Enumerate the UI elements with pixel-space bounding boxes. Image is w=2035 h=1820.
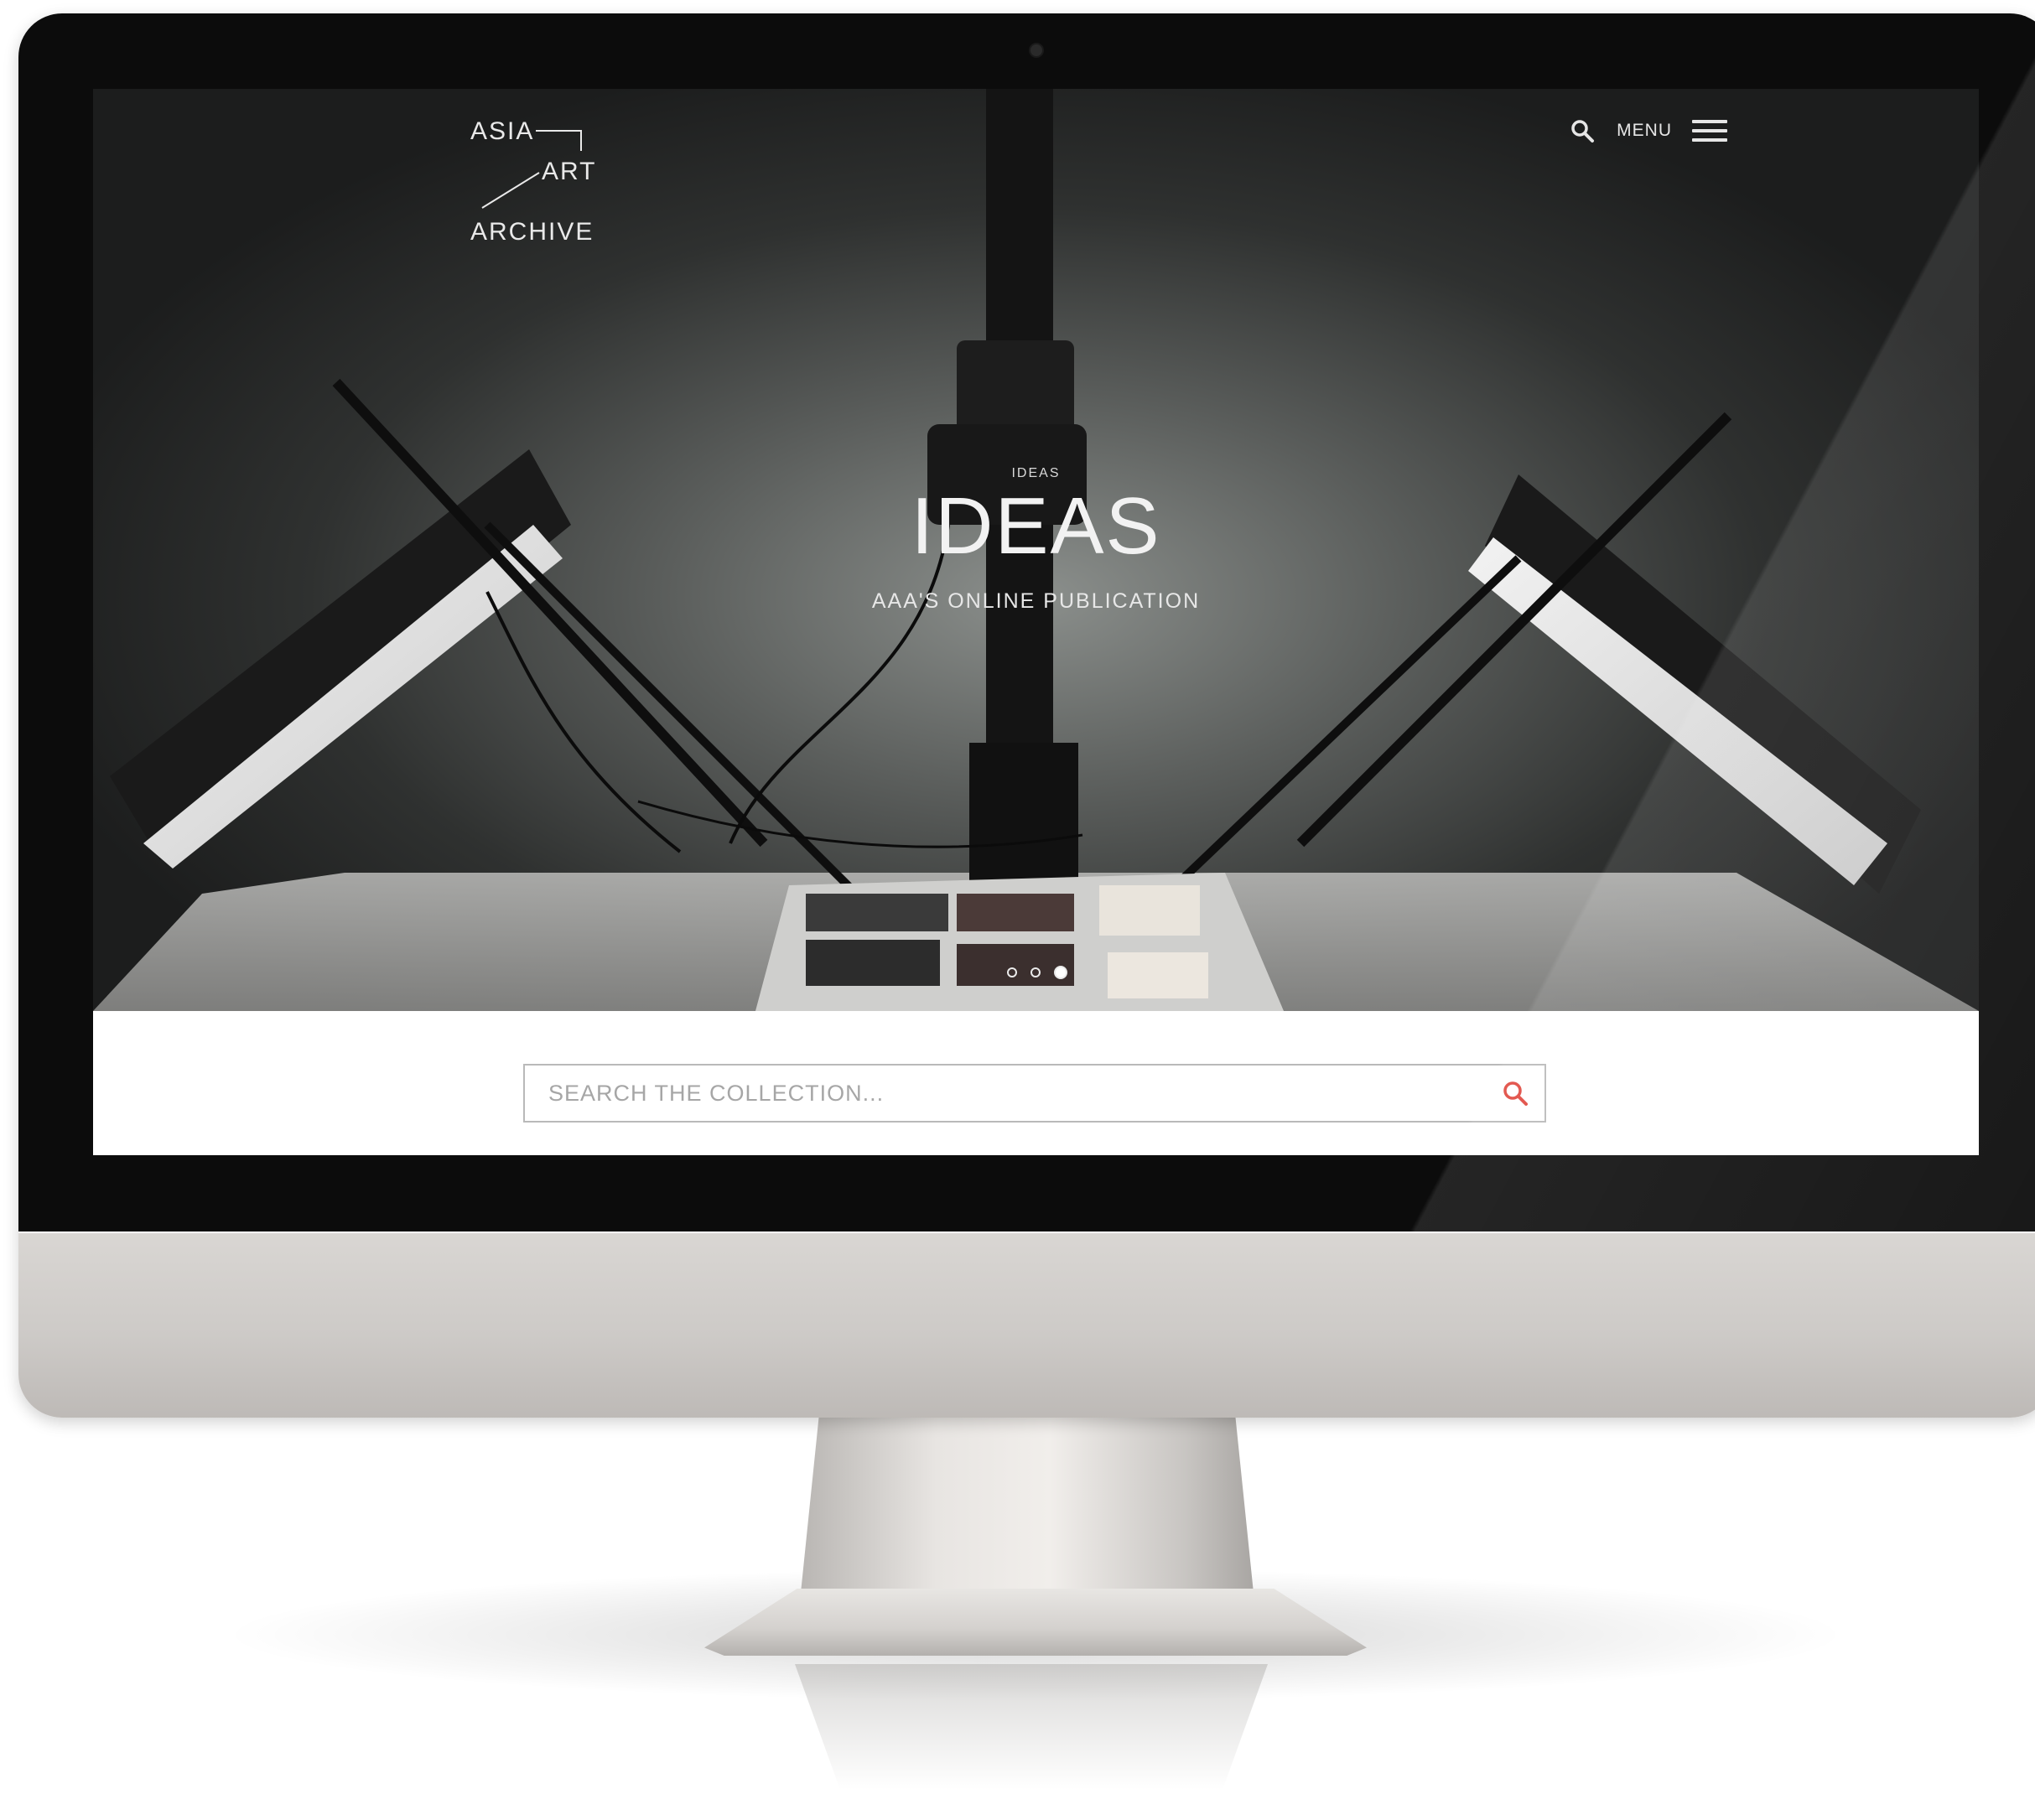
hero-subtitle: AAA'S ONLINE PUBLICATION xyxy=(871,589,1201,613)
menu-label: MENU xyxy=(1617,121,1672,140)
camera-icon xyxy=(1029,43,1044,58)
monitor-stand-neck xyxy=(801,1417,1254,1593)
carousel-dot[interactable] xyxy=(1007,967,1017,977)
monitor-chin xyxy=(18,1231,2035,1418)
monitor-stand-base xyxy=(704,1589,1367,1656)
carousel-dots xyxy=(1007,966,1067,979)
search-icon[interactable] xyxy=(1486,1066,1544,1121)
collection-search-bar xyxy=(523,1064,1546,1123)
asia-art-archive-logo[interactable]: ASIA ART ARCHIVE xyxy=(470,114,605,248)
hero-title[interactable]: IDEAS xyxy=(93,484,1979,569)
search-input[interactable] xyxy=(525,1067,1486,1119)
menu-button[interactable]: MENU xyxy=(1617,120,1727,142)
logo-line-art: ART xyxy=(542,158,597,185)
website-screen: ASIA ART ARCHIVE MENU IDEAS IDEAS AAA'S … xyxy=(93,89,1979,1155)
page: ASIA ART ARCHIVE MENU IDEAS IDEAS AAA'S … xyxy=(0,0,2035,1820)
logo-line-archive: ARCHIVE xyxy=(470,218,594,246)
carousel-dot[interactable] xyxy=(1030,967,1041,977)
search-icon[interactable] xyxy=(1570,118,1595,143)
hero-banner: ASIA ART ARCHIVE MENU IDEAS IDEAS AAA'S … xyxy=(93,89,1979,1011)
hamburger-icon xyxy=(1692,120,1727,142)
hero-eyebrow: IDEAS xyxy=(1011,466,1061,480)
stand-reflection xyxy=(795,1664,1268,1790)
carousel-dot-active[interactable] xyxy=(1054,966,1067,979)
hero-text: IDEAS IDEAS AAA'S ONLINE PUBLICATION xyxy=(93,466,1979,614)
top-nav: MENU xyxy=(1570,112,1727,149)
logo-line-asia: ASIA xyxy=(470,117,535,145)
